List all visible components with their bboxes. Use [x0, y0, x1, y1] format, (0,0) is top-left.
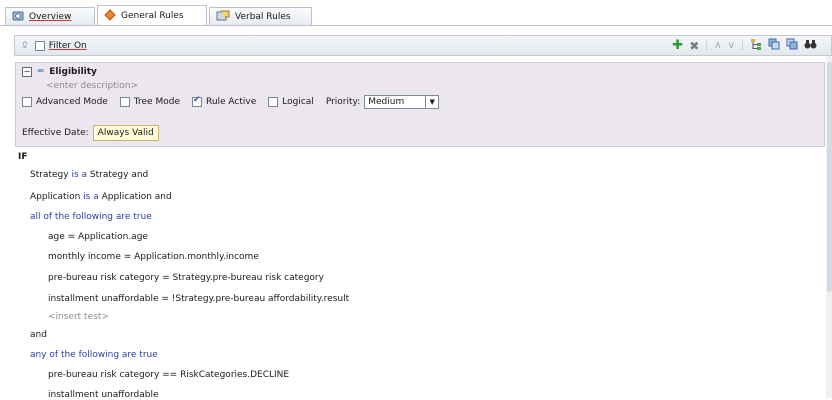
- is-a-keyword: is a: [71, 170, 88, 180]
- test-risk-decline[interactable]: pre-bureau risk category == RiskCategori…: [48, 370, 289, 380]
- test-installment-unaffordable[interactable]: installment unaffordable = !Strategy.pre…: [48, 294, 349, 304]
- tab-verbal-rules[interactable]: Verbal Rules: [209, 7, 312, 26]
- tab-divider: [0, 25, 832, 26]
- test-risk-category[interactable]: pre-bureau risk category = Strategy.pre-…: [48, 273, 324, 283]
- chevron-down-icon: ▼: [425, 96, 438, 108]
- tree-mode-checkbox[interactable]: [119, 97, 130, 107]
- rule-name: Eligibility: [49, 67, 97, 77]
- delete-icon[interactable]: ✖: [689, 40, 699, 52]
- filter-on-checkbox[interactable]: [34, 40, 45, 51]
- if-keyword: IF: [18, 152, 28, 162]
- move-up-icon[interactable]: ∧: [714, 40, 721, 51]
- fact-strategy-line[interactable]: Strategy is a Strategy and: [30, 170, 148, 180]
- is-a-keyword-2: is a: [83, 192, 99, 202]
- fact-application-line[interactable]: Application is a Application and: [30, 192, 172, 202]
- rule-header-panel: − ⮹ Eligibility <enter description> Adva…: [15, 62, 825, 147]
- priority-value: Medium: [368, 97, 405, 107]
- any-true-group[interactable]: any of the following are true: [30, 350, 158, 360]
- rule-title-row: − ⮹ Eligibility: [22, 67, 97, 77]
- collapse-icon[interactable]: [786, 38, 798, 53]
- collapse-details-icon[interactable]: ⮹: [37, 67, 44, 77]
- and-keyword: and: [30, 330, 47, 340]
- test-installment-unaffordable-2[interactable]: installment unaffordable: [48, 390, 159, 400]
- priority-select[interactable]: Medium ▼: [364, 95, 440, 109]
- tab-overview-label: Overview: [29, 12, 72, 22]
- toolbar-separator: |: [705, 40, 709, 51]
- fact-application-type: Application and: [101, 192, 172, 202]
- advanced-mode-label: Advanced Mode: [36, 97, 108, 107]
- rule-description[interactable]: <enter description>: [46, 81, 138, 91]
- rule-options-row: Advanced Mode Tree Mode Rule Active Logi…: [22, 95, 440, 109]
- add-icon[interactable]: ✚: [672, 39, 683, 52]
- test-monthly-income[interactable]: monthly income = Application.monthly.inc…: [48, 252, 259, 262]
- effective-date-field[interactable]: Always Valid: [92, 125, 159, 141]
- tab-overview[interactable]: Overview: [5, 7, 95, 26]
- advanced-mode-checkbox[interactable]: [22, 97, 32, 107]
- tree-icon[interactable]: [750, 38, 762, 53]
- rule-active-checkbox[interactable]: [191, 95, 202, 107]
- priority-label: Priority:: [325, 97, 361, 107]
- tab-bar: Overview General Rules Verbal Rules: [0, 0, 832, 26]
- tree-mode-label: Tree Mode: [133, 97, 180, 107]
- fact-strategy-type: Strategy and: [89, 170, 149, 180]
- fact-application-alias: Application: [30, 192, 81, 202]
- filter-bar: ⮸ Filter On ✚ ✖ | ∧ ∨ |: [14, 35, 832, 56]
- effective-date-label: Effective Date:: [22, 128, 89, 138]
- fact-strategy-alias: Strategy: [30, 170, 69, 180]
- binoculars-icon[interactable]: [804, 38, 817, 53]
- expand-icon[interactable]: [768, 38, 780, 53]
- logical-label: Logical: [282, 97, 314, 107]
- collapse-rule-icon[interactable]: −: [22, 67, 32, 77]
- overview-icon: [12, 10, 24, 25]
- tab-verbal-rules-label: Verbal Rules: [235, 12, 291, 22]
- collapse-all-icon[interactable]: ⮸: [22, 38, 28, 54]
- effective-date-row: Effective Date: Always Valid: [22, 125, 159, 141]
- insert-test-placeholder[interactable]: <insert test>: [48, 312, 109, 322]
- tab-general-rules[interactable]: General Rules: [97, 5, 207, 26]
- vertical-scrollbar-thumb[interactable]: [827, 62, 832, 292]
- move-down-icon[interactable]: ∨: [728, 40, 735, 51]
- rule-toolbar: ✚ ✖ | ∧ ∨ |: [672, 38, 817, 53]
- diamond-icon: [104, 8, 116, 24]
- tab-general-rules-label: General Rules: [121, 11, 184, 21]
- filter-on-label: Filter On: [48, 40, 87, 51]
- all-true-group[interactable]: all of the following are true: [30, 212, 152, 222]
- logical-checkbox[interactable]: [268, 97, 279, 107]
- rule-active-label: Rule Active: [205, 97, 257, 107]
- test-age[interactable]: age = Application.age: [48, 232, 148, 242]
- toolbar-separator-2: |: [740, 40, 744, 51]
- verbal-rules-icon: [216, 10, 230, 25]
